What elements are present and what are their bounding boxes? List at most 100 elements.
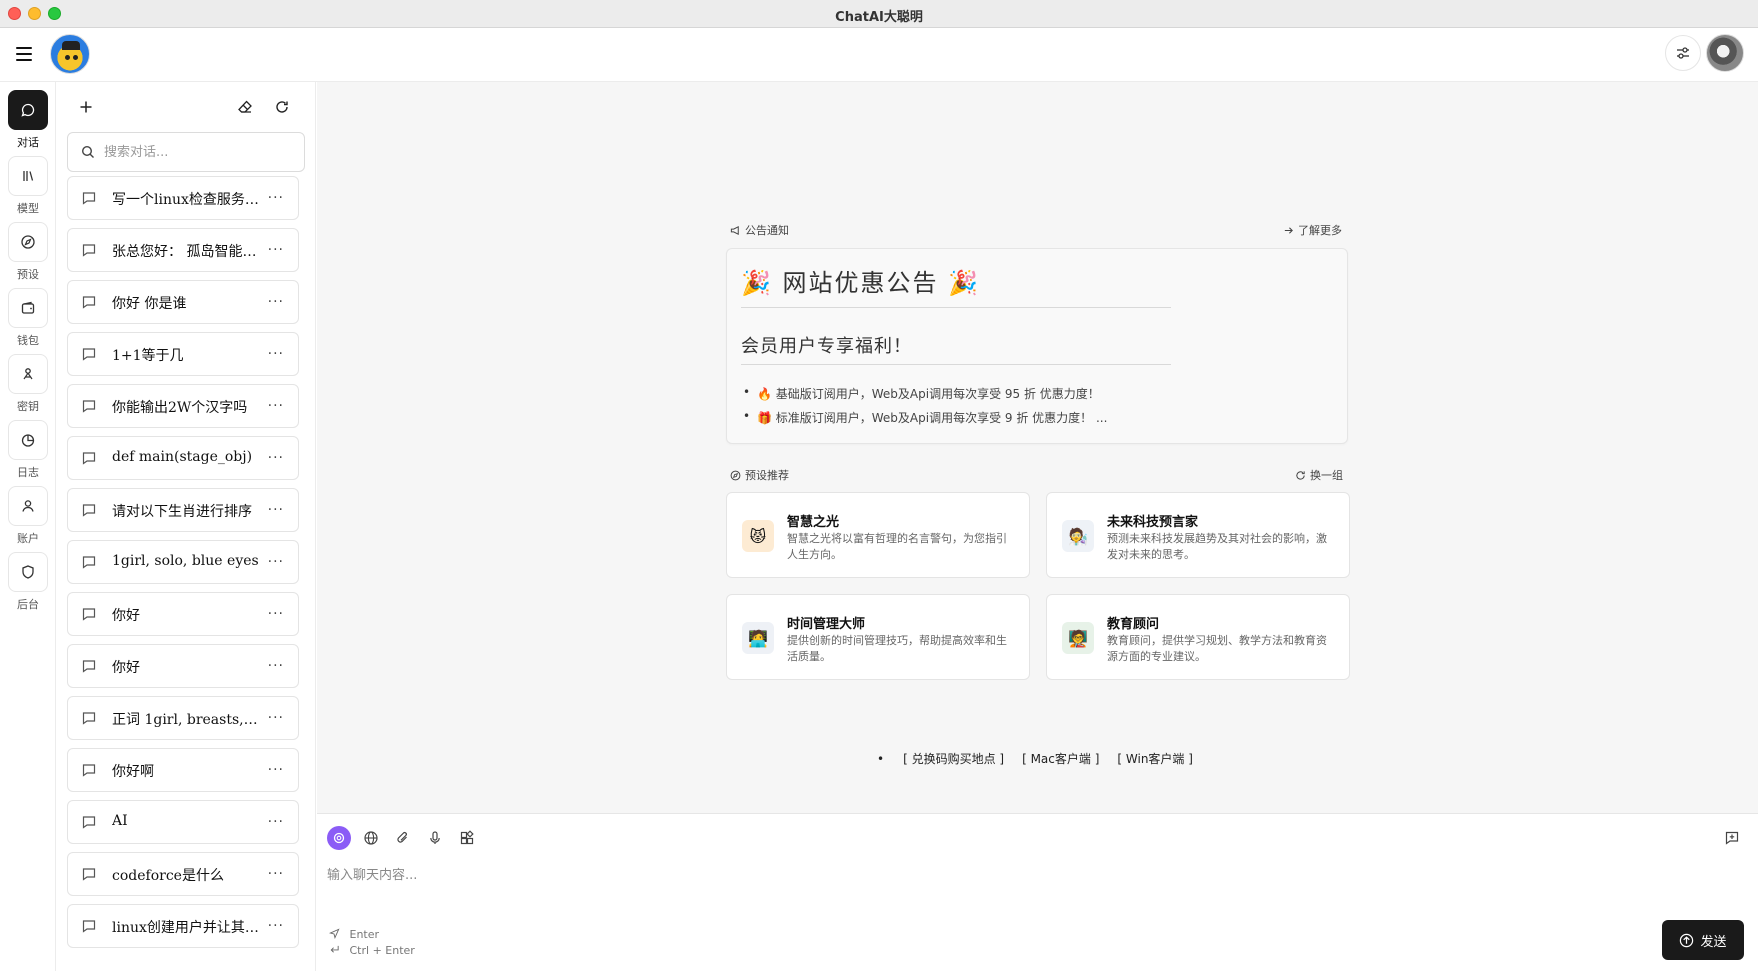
conversation-item[interactable]: 1girl, solo, blue eyes ··· — [67, 540, 299, 584]
logo-eye-shape — [73, 55, 78, 60]
conversation-item[interactable]: 你好啊 ··· — [67, 748, 299, 792]
more-options-button[interactable]: ··· — [268, 919, 284, 933]
redeem-code-link[interactable]: [ 兑换码购买地点 ] — [903, 750, 1004, 767]
more-options-button[interactable]: ··· — [268, 815, 284, 829]
preset-card[interactable]: 🧑‍💻 时间管理大师 提供创新的时间管理技巧，帮助提高效率和生活质量。 — [726, 594, 1030, 680]
more-options-button[interactable]: ··· — [268, 191, 284, 205]
preset-card[interactable]: 🧑‍🔬 未来科技预言家 预测未来科技发展趋势及其对社会的影响，激发对未来的思考。 — [1046, 492, 1350, 578]
refresh-presets-button[interactable]: 换一组 — [1295, 467, 1343, 483]
more-options-button[interactable]: ··· — [268, 451, 284, 465]
conversation-item[interactable]: 你好 ··· — [67, 592, 299, 636]
preset-description: 智慧之光将以富有哲理的名言警句，为您指引人生方向。 — [787, 532, 1007, 561]
app-header — [0, 28, 1758, 82]
rail-item-account[interactable] — [8, 486, 48, 526]
preset-card[interactable]: 😾 智慧之光 智慧之光将以富有哲理的名言警句，为您指引人生方向。 — [726, 492, 1030, 578]
conversation-title: 张总您好： 孤岛智能科技 — [112, 244, 262, 260]
conversation-item[interactable]: 张总您好： 孤岛智能科技 ··· — [67, 228, 299, 272]
rail-label-chat: 对话 — [17, 136, 39, 149]
web-search-toggle[interactable] — [359, 826, 383, 850]
announcement-title: 🎉 网站优惠公告 🎉 — [741, 269, 981, 297]
library-icon — [23, 171, 34, 181]
rail-item-logs[interactable] — [8, 420, 48, 460]
footer-links: • [ 兑换码购买地点 ] [ Mac客户端 ] [ Win客户端 ] — [877, 750, 1202, 767]
preset-name: 未来科技预言家 — [1107, 515, 1199, 530]
conversation-item[interactable]: 你好 你是谁 ··· — [67, 280, 299, 324]
message-square-icon — [82, 192, 96, 205]
rail-item-chat[interactable] — [8, 90, 48, 130]
rail-label-keys: 密钥 — [17, 400, 39, 413]
voice-input-button[interactable] — [423, 826, 447, 850]
model-selector-button[interactable] — [327, 826, 351, 850]
more-options-button[interactable]: ··· — [268, 659, 284, 673]
compass-icon — [21, 235, 35, 249]
plugins-button[interactable] — [455, 826, 479, 850]
settings-button[interactable] — [1665, 35, 1701, 71]
conversation-item[interactable]: linux创建用户并让其使用 ··· — [67, 904, 299, 948]
conversation-item[interactable]: 1+1等于几 ··· — [67, 332, 299, 376]
preset-card[interactable]: 🧑‍🏫 教育顾问 教育顾问，提供学习规划、教学方法和教育资源方面的专业建议。 — [1046, 594, 1350, 680]
refresh-presets-label: 换一组 — [1310, 469, 1343, 482]
chat-search — [67, 132, 305, 172]
search-icon — [81, 145, 94, 158]
conversation-item[interactable]: codeforce是什么 ··· — [67, 852, 299, 896]
win-client-link[interactable]: [ Win客户端 ] — [1117, 750, 1193, 767]
more-options-button[interactable]: ··· — [268, 711, 284, 725]
more-options-button[interactable]: ··· — [268, 347, 284, 361]
conversation-panel: 写一个linux检查服务器状态的脚本···张总您好： 孤岛智能科技···你好 你… — [57, 82, 316, 971]
more-options-button[interactable]: ··· — [268, 867, 284, 881]
message-square-icon — [82, 712, 96, 725]
new-chat-button[interactable] — [74, 95, 98, 119]
divider — [741, 307, 1171, 308]
preset-avatar: 🧑‍🔬 — [1062, 520, 1094, 552]
preset-description: 提供创新的时间管理技巧，帮助提高效率和生活质量。 — [787, 634, 1007, 663]
conversation-item[interactable]: def main(stage_obj) ··· — [67, 436, 299, 480]
conversation-item[interactable]: 写一个linux检查服务器状态的脚本 ··· — [67, 176, 299, 220]
attach-file-button[interactable] — [391, 826, 415, 850]
conversation-item[interactable]: 请对以下生肖进行排序 ··· — [67, 488, 299, 532]
message-input[interactable] — [327, 864, 1727, 904]
new-message-button[interactable] — [1720, 826, 1744, 850]
learn-more-link[interactable]: 了解更多 — [1283, 222, 1342, 238]
refresh-chats-button[interactable] — [270, 95, 294, 119]
rail-item-models[interactable] — [8, 156, 48, 196]
conversation-item[interactable]: AI ··· — [67, 800, 299, 844]
rail-item-presets[interactable] — [8, 222, 48, 262]
conversation-item[interactable]: 你能输出2W个汉字吗 ··· — [67, 384, 299, 428]
conversation-item[interactable]: 你好 ··· — [67, 644, 299, 688]
menu-toggle-button[interactable] — [14, 43, 36, 65]
rail-label-models: 模型 — [17, 202, 39, 215]
more-options-button[interactable]: ··· — [268, 399, 284, 413]
sliders-icon — [1677, 47, 1689, 59]
mac-client-link[interactable]: [ Mac客户端 ] — [1022, 750, 1099, 767]
conversation-title: codeforce是什么 — [112, 868, 224, 884]
conversation-title: 你能输出2W个汉字吗 — [112, 400, 248, 416]
logo-hat-shape — [62, 41, 80, 50]
conversation-title: linux创建用户并让其使用 — [112, 920, 262, 936]
rail-item-keys[interactable] — [8, 354, 48, 394]
more-options-button[interactable]: ··· — [268, 555, 284, 569]
send-button[interactable]: 发送 — [1662, 920, 1744, 960]
rail-label-presets: 预设 — [17, 268, 39, 281]
conversation-item[interactable]: 正词 1girl, breasts, solo ··· — [67, 696, 299, 740]
conversation-title: 写一个linux检查服务器状态的脚本 — [112, 192, 262, 208]
arrow-up-circle-icon — [1680, 933, 1694, 947]
clear-chats-button[interactable] — [233, 95, 257, 119]
more-options-button[interactable]: ··· — [268, 295, 284, 309]
more-options-button[interactable]: ··· — [268, 243, 284, 257]
send-icon — [328, 928, 340, 940]
search-input[interactable] — [104, 142, 294, 162]
message-square-icon — [82, 400, 96, 413]
plus-icon — [80, 101, 92, 113]
preset-name: 时间管理大师 — [787, 617, 866, 632]
more-options-button[interactable]: ··· — [268, 763, 284, 777]
presets-section-label: 预设推荐 — [745, 469, 789, 482]
more-options-button[interactable]: ··· — [268, 503, 284, 517]
hamburger-icon-bar — [16, 59, 32, 61]
rail-item-wallet[interactable] — [8, 288, 48, 328]
user-avatar[interactable] — [1706, 34, 1744, 72]
more-options-button[interactable]: ··· — [268, 607, 284, 621]
message-square-icon — [82, 556, 96, 569]
rail-item-admin[interactable] — [8, 552, 48, 592]
send-hint: Enter — [328, 928, 379, 941]
preset-name: 智慧之光 — [787, 515, 840, 530]
